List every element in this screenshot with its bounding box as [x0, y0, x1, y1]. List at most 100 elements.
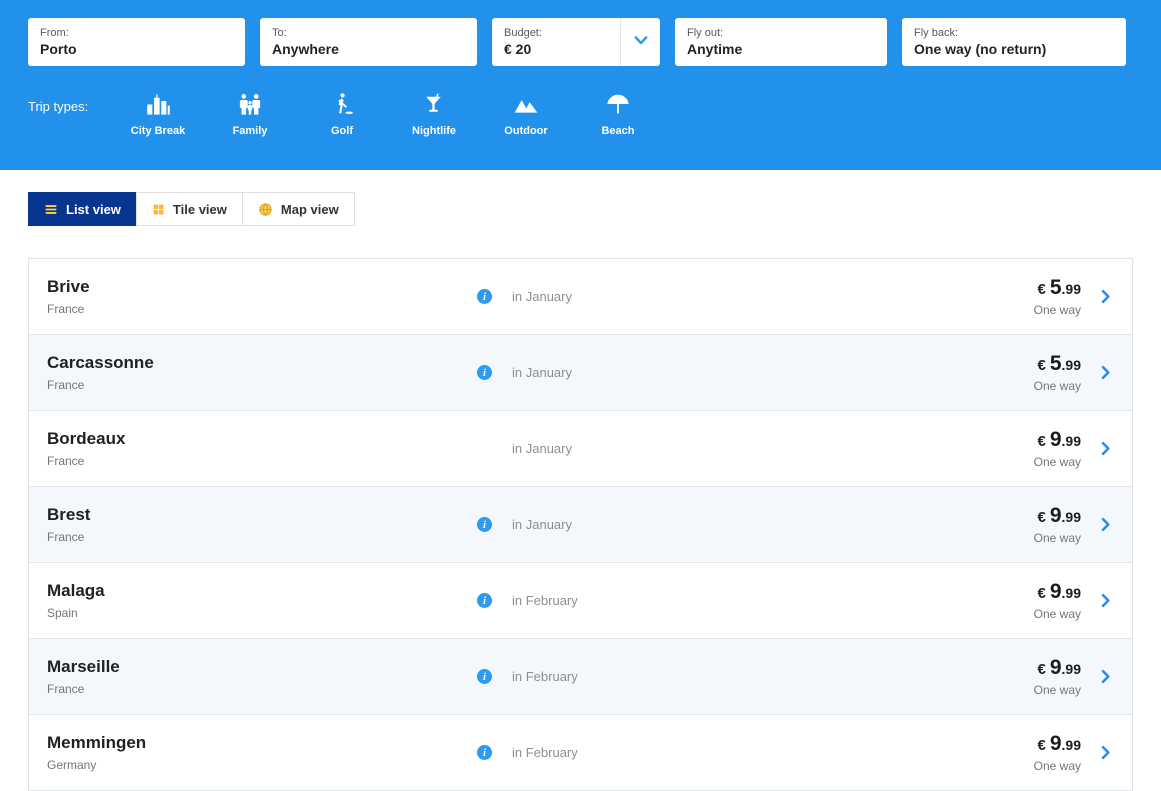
- search-field-value: One way (no return): [914, 41, 1047, 57]
- currency-symbol: €: [1037, 737, 1046, 754]
- destination-block: Malaga Spain: [47, 581, 477, 620]
- trip-type-label: Nightlife: [412, 125, 456, 137]
- price-decimal: .99: [1061, 509, 1081, 525]
- result-row[interactable]: Brest France in January €9.99 One way: [29, 487, 1132, 563]
- search-field-value: € 20: [504, 41, 532, 57]
- destination-country: France: [47, 302, 85, 316]
- price: €9.99: [1034, 428, 1082, 452]
- destination-city: Marseille: [47, 657, 120, 676]
- search-field-main[interactable]: Fly back: One way (no return): [902, 18, 1126, 66]
- search-field-main[interactable]: Budget: € 20: [492, 18, 620, 66]
- result-row[interactable]: Brive France in January €5.99 One way: [29, 259, 1132, 335]
- chevron-right-icon[interactable]: [1097, 439, 1114, 458]
- price: €9.99: [1034, 656, 1082, 680]
- price-whole: 5: [1049, 352, 1062, 375]
- info-icon[interactable]: [477, 517, 492, 532]
- travel-month: in January: [512, 365, 572, 380]
- price-whole: 9: [1049, 428, 1062, 451]
- chevron-right-icon[interactable]: [1097, 515, 1114, 534]
- travel-info-block: in February: [477, 593, 578, 608]
- result-row[interactable]: Carcassonne France in January €5.99 One …: [29, 335, 1132, 411]
- search-field-value: Anytime: [687, 41, 743, 57]
- result-row[interactable]: Marseille France in February €9.99 One w…: [29, 639, 1132, 715]
- travel-info-block: in January: [477, 441, 572, 456]
- destination-block: Bordeaux France: [47, 429, 477, 468]
- search-fields-row: From: Porto To: Anywhere Budget: € 20 Fl…: [28, 18, 1133, 66]
- travel-info-block: in January: [477, 365, 572, 380]
- destination-block: Marseille France: [47, 657, 477, 696]
- trip-type-label: City Break: [130, 125, 186, 137]
- price: €9.99: [1034, 504, 1082, 528]
- destination-city: Memmingen: [47, 733, 147, 752]
- price-section: €9.99 One way: [1034, 504, 1114, 545]
- info-icon[interactable]: [477, 593, 492, 608]
- destination-country: France: [47, 378, 85, 392]
- chevron-right-icon[interactable]: [1097, 363, 1114, 382]
- search-field-main[interactable]: Fly out: Anytime: [675, 18, 887, 66]
- price-block: €9.99 One way: [1034, 656, 1081, 697]
- outdoor-icon: [511, 90, 541, 118]
- trip-type-filter[interactable]: Outdoor: [480, 90, 572, 137]
- fare-type: One way: [1033, 455, 1081, 469]
- info-icon[interactable]: [477, 365, 492, 380]
- price-block: €9.99 One way: [1034, 580, 1081, 621]
- travel-info-block: in January: [477, 517, 572, 532]
- golf-icon: [329, 90, 355, 118]
- price-section: €5.99 One way: [1034, 276, 1114, 317]
- family-icon: [236, 90, 264, 118]
- dropdown-button[interactable]: [620, 18, 660, 66]
- search-field-main[interactable]: From: Porto: [28, 18, 245, 66]
- view-tab[interactable]: Tile view: [135, 192, 243, 226]
- travel-month: in January: [512, 289, 572, 304]
- chevron-right-icon[interactable]: [1097, 287, 1114, 306]
- search-field-label: Fly out:: [687, 27, 724, 39]
- trip-type-filter[interactable]: City Break: [112, 90, 204, 137]
- search-field-main[interactable]: To: Anywhere: [260, 18, 477, 66]
- search-field[interactable]: Fly out: Anytime: [675, 18, 887, 66]
- search-field-label: Fly back:: [914, 27, 959, 39]
- search-field[interactable]: Fly back: One way (no return): [902, 18, 1126, 66]
- search-field[interactable]: To: Anywhere: [260, 18, 477, 66]
- search-field-value: Porto: [40, 41, 77, 57]
- search-field-label: To:: [272, 27, 287, 39]
- price-section: €9.99 One way: [1034, 428, 1114, 469]
- view-tab[interactable]: List view: [28, 192, 137, 226]
- travel-month: in January: [512, 441, 572, 456]
- info-icon[interactable]: [477, 289, 492, 304]
- destination-block: Carcassonne France: [47, 353, 477, 392]
- info-icon[interactable]: [477, 669, 492, 684]
- result-row[interactable]: Memmingen Germany in February €9.99 One …: [29, 715, 1132, 791]
- trip-type-filter[interactable]: Nightlife: [388, 90, 480, 137]
- chevron-right-icon[interactable]: [1097, 667, 1114, 686]
- destination-block: Brive France: [47, 277, 477, 316]
- chevron-right-icon[interactable]: [1097, 591, 1114, 610]
- view-tab[interactable]: Map view: [241, 192, 355, 226]
- price-decimal: .99: [1061, 585, 1081, 601]
- search-field[interactable]: From: Porto: [28, 18, 245, 66]
- search-header: From: Porto To: Anywhere Budget: € 20 Fl…: [0, 0, 1161, 170]
- trip-types-label: Trip types:: [28, 99, 89, 114]
- price: €5.99: [1034, 276, 1082, 300]
- currency-symbol: €: [1037, 509, 1046, 526]
- destination-city: Brive: [47, 277, 90, 296]
- trip-type-label: Beach: [601, 125, 635, 137]
- price-decimal: .99: [1061, 433, 1081, 449]
- trip-type-filter[interactable]: Family: [204, 90, 296, 137]
- fare-type: One way: [1033, 303, 1081, 317]
- trip-type-filter[interactable]: Golf: [296, 90, 388, 137]
- info-icon[interactable]: [477, 745, 492, 760]
- price-block: €5.99 One way: [1034, 352, 1081, 393]
- chevron-right-icon[interactable]: [1097, 743, 1114, 762]
- map-view-icon: [258, 202, 273, 217]
- price-decimal: .99: [1061, 281, 1081, 297]
- fare-type: One way: [1033, 759, 1081, 773]
- view-tab-label: List view: [66, 201, 121, 217]
- destination-country: France: [47, 682, 85, 696]
- price: €5.99: [1034, 352, 1082, 376]
- result-row[interactable]: Malaga Spain in February €9.99 One way: [29, 563, 1132, 639]
- fare-type: One way: [1033, 379, 1081, 393]
- trip-type-filter[interactable]: Beach: [572, 90, 664, 137]
- result-row[interactable]: Bordeaux France in January €9.99 One way: [29, 411, 1132, 487]
- search-field[interactable]: Budget: € 20: [492, 18, 660, 66]
- destination-city: Carcassonne: [47, 353, 154, 372]
